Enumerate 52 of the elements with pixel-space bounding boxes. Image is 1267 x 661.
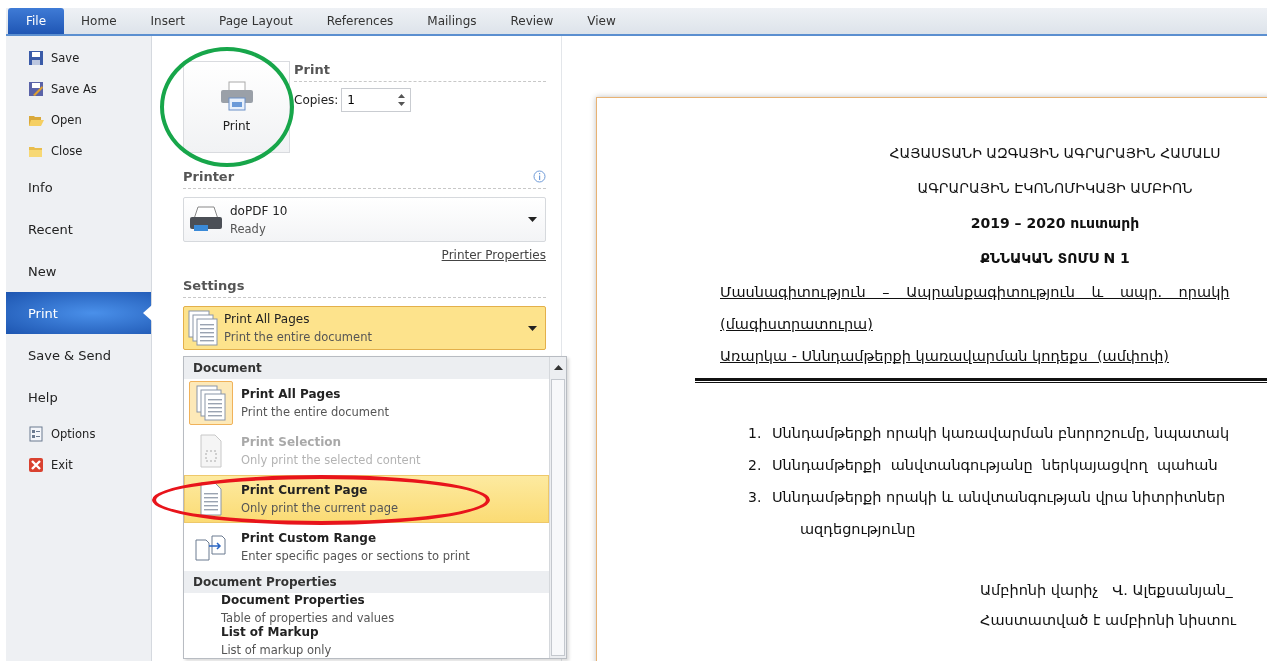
section-header: Settings [183,278,245,293]
section-header: Printer [183,169,235,184]
backstage-command[interactable]: Save [6,42,151,73]
backstage-tab[interactable]: Info [6,166,151,208]
ribbon-tab[interactable]: File [8,8,65,34]
backstage-tab[interactable]: New [6,250,151,292]
list-number: 3. [748,488,762,507]
document-text: (մագիստրատուրա) [720,315,873,334]
list-number: 2. [748,456,762,475]
document-text: Առարկա - Սննդամթերքի կառավարման կոդեքս (ամփոփ) [720,347,1169,366]
document-heading: ՔՆՆԱԿԱՆ ՏՈՄՍ N 1 [980,249,1130,268]
backstage-tab[interactable]: Recent [6,208,151,250]
ribbon-tab[interactable]: Mailings [410,8,494,34]
document-text: Հաստատված է ամբիոնի նիստու [979,611,1238,630]
menu-item[interactable]: List of Markup List of markup only [184,625,549,657]
backstage-tab[interactable]: Save & Send [6,334,151,376]
list-number: 1. [748,424,762,443]
print-range-dropdown[interactable]: Print All Pages Print the entire document [183,306,546,350]
backstage-command[interactable]: Close [6,135,151,166]
list-text: Սննդամթերքի անվտանգությանը ներկայացվող պահան [772,456,1218,475]
ribbon-tab[interactable]: View [570,8,633,34]
menu-item[interactable]: Document Properties Table of properties and values [184,593,549,625]
backstage-command[interactable]: Open [6,104,151,135]
backstage-tab[interactable]: Print [6,292,151,334]
ribbon-tab[interactable]: Insert [133,8,202,34]
menu-item[interactable]: Print Current Page Only print the current page [184,475,549,523]
backstage-command[interactable]: Options [6,418,151,449]
backstage-tab[interactable]: Help [6,376,151,418]
list-text: Սննդամթերքի որակի և անվտանգության վրա նիտրիտներ [772,488,1226,507]
document-heading: ԱԳՐԱՐԱՅԻՆ ԷԿՈՆՈՄԻԿԱՅԻ ԱՄԲԻՈՆ [917,179,1193,198]
menu-group-heading: Document Properties [184,571,549,593]
copies-spinner[interactable]: 1 [341,88,412,112]
menu-item[interactable]: Print Custom Range Enter specific pages or sections to print [184,523,549,571]
document-heading: 2019 – 2020 ուստարի [970,214,1140,233]
list-text: ազդեցությունը [799,520,917,539]
copies-label: Copies: [294,93,339,107]
ribbon-tab[interactable]: Page Layout [201,8,310,34]
document-text: Ամբիոնի վարիչ Վ. Ալեքսանյան_ [979,581,1234,600]
document-text: Մասնագիտություն – Ապրանքագիտություն և ապր. որակի [720,283,1230,302]
menu-group-heading: Document [184,357,549,379]
menu-item[interactable]: Print All Pages Print the entire document [184,379,549,427]
ribbon-tab[interactable]: Review [493,8,571,34]
backstage-command[interactable]: Exit [6,449,151,480]
print-button[interactable]: Print [183,61,290,153]
printer-dropdown[interactable]: doPDF 10 Ready [183,197,546,242]
ribbon-tab[interactable]: Home [64,8,134,34]
backstage-command[interactable]: Save As [6,73,151,104]
ribbon-tab[interactable]: References [309,8,411,34]
document-heading: ՀԱՅԱՍՏԱՆԻ ԱԶԳԱՅԻՆ ԱԳՐԱՐԱՅԻՆ ՀԱՄԱԼՍ [889,144,1221,163]
printer-properties-link[interactable]: Printer Properties [441,248,546,262]
section-header: Print [294,62,546,82]
list-text: Սննդամթերքի որակի կառավարման բնորոշումը, նպատակ [772,424,1230,443]
